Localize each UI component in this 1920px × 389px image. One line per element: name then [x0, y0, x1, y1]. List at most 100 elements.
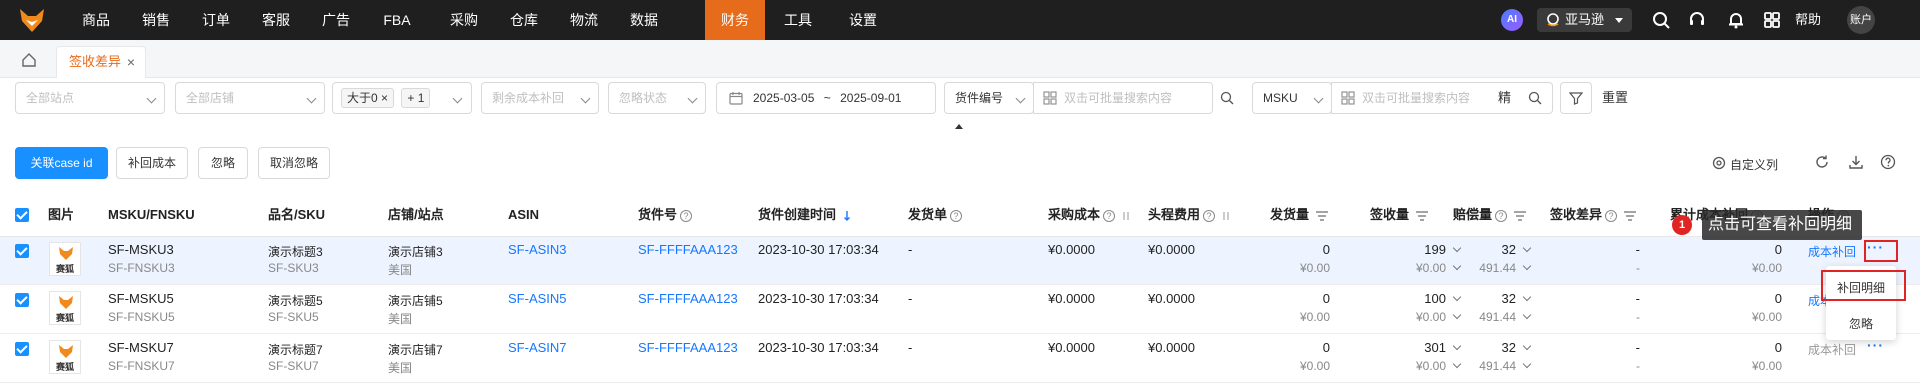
sort-icon[interactable] [1222, 211, 1230, 221]
nav-item-warehouse[interactable]: 仓库 [498, 0, 550, 40]
help-icon[interactable]: ? [1495, 209, 1508, 222]
product-thumbnail[interactable]: 赛狐 [49, 291, 81, 325]
header-freight[interactable]: 头程费用? [1148, 193, 1230, 237]
received-amount-dropdown[interactable]: ¥0.00 [1380, 359, 1462, 373]
search-icon[interactable] [1528, 91, 1542, 105]
tag-close-icon[interactable]: × [381, 91, 388, 105]
condition-multiselect[interactable]: 大于0 × + 1 [332, 82, 472, 114]
gear-icon[interactable] [1712, 156, 1726, 170]
apps-grid-icon[interactable] [1763, 11, 1781, 29]
date-range-picker[interactable]: 2025-03-05 ~ 2025-09-01 [716, 82, 936, 114]
nav-item-settings[interactable]: 设置 [837, 0, 889, 40]
table-row[interactable]: 赛狐 SF-MSKU7 SF-FNSKU7 演示标题7 SF-SKU7 演示店铺… [0, 335, 1920, 383]
unignore-button[interactable]: 取消忽略 [258, 147, 330, 179]
shipment-link[interactable]: SF-FFFFAAA123 [638, 340, 738, 355]
received-qty-dropdown[interactable]: 100 [1380, 291, 1462, 306]
header-received-qty[interactable]: 签收量 [1370, 193, 1428, 237]
nav-item-fba[interactable]: FBA [371, 0, 423, 40]
asin-link[interactable]: SF-ASIN7 [508, 340, 567, 355]
header-receive-diff[interactable]: 签收差异? [1550, 193, 1636, 237]
tab-receive-diff[interactable]: 签收差异 × [56, 46, 146, 78]
compensation-qty-dropdown[interactable]: 32 [1460, 340, 1532, 355]
nav-item-tools[interactable]: 工具 [772, 0, 824, 40]
help-icon[interactable]: ? [1203, 209, 1216, 222]
help-icon[interactable]: ? [950, 209, 963, 222]
shipment-field-select[interactable]: 货件编号 [944, 82, 1034, 114]
compensation-amount-dropdown[interactable]: 491.44 [1460, 261, 1532, 275]
store-select[interactable]: 全部店铺 [175, 82, 325, 114]
shipment-search-input[interactable]: 双击可批量搜索内容 [1033, 82, 1234, 114]
sort-desc-icon[interactable] [843, 210, 851, 221]
row-checkbox[interactable] [15, 342, 29, 356]
link-case-button[interactable]: 关联case id [15, 147, 108, 179]
ai-assistant-icon[interactable]: AI [1501, 9, 1523, 31]
cost-recovery-link[interactable]: 成本补回 [1808, 341, 1856, 358]
cost-recovery-link[interactable]: 成本补回 [1808, 243, 1856, 260]
column-filter-icon[interactable] [1513, 210, 1526, 221]
search-icon[interactable] [1220, 91, 1234, 105]
msku-search-input[interactable]: 双击可批量搜索内容 精 [1331, 82, 1553, 114]
bell-icon[interactable] [1727, 11, 1745, 29]
received-qty-dropdown[interactable]: 301 [1380, 340, 1462, 355]
table-row[interactable]: 赛狐 SF-MSKU3 SF-FNSKU3 演示标题3 SF-SKU3 演示店铺… [0, 237, 1920, 285]
nav-item-purchase[interactable]: 采购 [438, 0, 490, 40]
collapse-filters-icon[interactable] [955, 124, 963, 129]
fox-logo-icon[interactable] [18, 6, 46, 34]
shipment-link[interactable]: SF-FFFFAAA123 [638, 242, 738, 257]
received-amount-dropdown[interactable]: ¥0.00 [1380, 261, 1462, 275]
compensation-amount-dropdown[interactable]: 491.44 [1460, 310, 1532, 324]
nav-item-orders[interactable]: 订单 [190, 0, 242, 40]
headset-icon[interactable] [1688, 11, 1706, 29]
header-shipped-qty[interactable]: 发货量 [1270, 193, 1328, 237]
help-icon[interactable]: ? [680, 209, 693, 222]
msku-field-select[interactable]: MSKU [1252, 82, 1332, 114]
close-tab-icon[interactable]: × [127, 47, 135, 77]
marketplace-selector[interactable]: 亚马逊 [1537, 8, 1632, 32]
download-icon[interactable] [1848, 154, 1864, 170]
help-icon[interactable]: ? [1103, 209, 1116, 222]
menu-item-ignore[interactable]: 忽略 [1826, 315, 1896, 332]
header-purchase-cost[interactable]: 采购成本? [1048, 193, 1130, 237]
nav-item-products[interactable]: 商品 [70, 0, 122, 40]
custom-columns-button[interactable]: 自定义列 [1730, 156, 1778, 173]
help-icon[interactable]: ? [1605, 209, 1618, 222]
row-checkbox[interactable] [15, 293, 29, 307]
help-circle-icon[interactable] [1880, 154, 1896, 170]
asin-link[interactable]: SF-ASIN5 [508, 291, 567, 306]
remaining-cost-select[interactable]: 剩余成本补回 [481, 82, 599, 114]
column-filter-icon[interactable] [1415, 210, 1428, 221]
nav-item-sales[interactable]: 销售 [130, 0, 182, 40]
help-link[interactable]: 帮助 [1795, 0, 1821, 40]
compensation-qty-dropdown[interactable]: 32 [1460, 291, 1532, 306]
header-compensation-qty[interactable]: 赔偿量? [1453, 193, 1526, 237]
column-filter-icon[interactable] [1623, 210, 1636, 221]
compensation-amount-dropdown[interactable]: 491.44 [1460, 359, 1532, 373]
product-thumbnail[interactable]: 赛狐 [49, 242, 81, 276]
recover-cost-button[interactable]: 补回成本 [116, 147, 188, 179]
row-checkbox[interactable] [15, 244, 29, 258]
nav-item-finance[interactable]: 财务 [705, 0, 765, 40]
received-qty-dropdown[interactable]: 199 [1380, 242, 1462, 257]
product-thumbnail[interactable]: 赛狐 [49, 340, 81, 374]
header-shipment-created[interactable]: 货件创建时间 [758, 193, 851, 237]
compensation-qty-dropdown[interactable]: 32 [1460, 242, 1532, 257]
shipment-link[interactable]: SF-FFFFAAA123 [638, 291, 738, 306]
advanced-filter-button[interactable] [1560, 82, 1592, 114]
refresh-icon[interactable] [1814, 154, 1830, 170]
precise-toggle[interactable]: 精 [1498, 83, 1511, 113]
nav-item-customer-service[interactable]: 客服 [250, 0, 302, 40]
column-filter-icon[interactable] [1315, 210, 1328, 221]
reset-button[interactable]: 重置 [1602, 82, 1628, 114]
nav-item-ads[interactable]: 广告 [310, 0, 362, 40]
home-icon[interactable] [21, 52, 37, 68]
table-row[interactable]: 赛狐 SF-MSKU5 SF-FNSKU5 演示标题5 SF-SKU5 演示店铺… [0, 286, 1920, 334]
nav-item-data[interactable]: 数据 [618, 0, 670, 40]
nav-item-logistics[interactable]: 物流 [558, 0, 610, 40]
sort-icon[interactable] [1122, 211, 1130, 221]
ignore-button[interactable]: 忽略 [198, 147, 248, 179]
asin-link[interactable]: SF-ASIN3 [508, 242, 567, 257]
search-icon[interactable] [1652, 11, 1670, 29]
select-all-checkbox[interactable] [15, 208, 29, 222]
account-avatar[interactable]: 账户 [1847, 6, 1875, 34]
received-amount-dropdown[interactable]: ¥0.00 [1380, 310, 1462, 324]
